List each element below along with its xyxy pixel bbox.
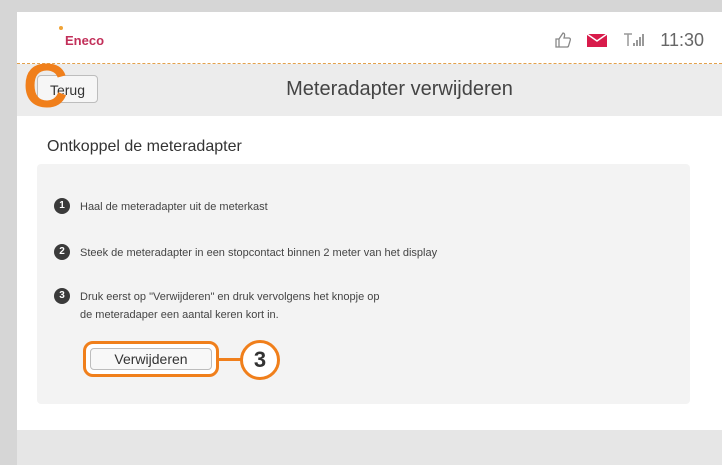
clock-time: 11:30: [660, 29, 704, 50]
remove-button-highlight: Verwijderen: [83, 341, 219, 377]
thumbs-up-icon: [554, 31, 572, 49]
step-text: Steek de meteradapter in een stopcontact…: [80, 247, 438, 259]
logo-dot-icon: [59, 26, 63, 30]
status-icons: 11:30: [554, 28, 704, 52]
app-frame: Eneco 11:30 Terug Meteradapter verwijder…: [17, 12, 722, 430]
bottom-band: [17, 430, 722, 465]
step-text: Druk eerst op "Verwijderen" en druk verv…: [80, 288, 379, 324]
signal-icon: [622, 32, 646, 48]
status-bar: Eneco 11:30: [17, 12, 722, 64]
step-text-line: Druk eerst op "Verwijderen" en druk verv…: [80, 291, 380, 303]
step-3: 3 Druk eerst op "Verwijderen" en druk ve…: [54, 288, 379, 324]
header-bar: Terug Meteradapter verwijderen: [17, 64, 722, 116]
step-1: 1 Haal de meteradapter uit de meterkast: [54, 198, 268, 216]
page-title: Meteradapter verwijderen: [286, 78, 513, 100]
step-text-line: de meteradaper een aantal keren kort in.: [80, 309, 279, 321]
brand-name: Eneco: [65, 33, 105, 48]
remove-button[interactable]: Verwijderen: [90, 348, 212, 370]
step-number: 2: [54, 244, 70, 260]
step-text: Haal de meteradapter uit de meterkast: [80, 201, 268, 213]
mail-icon[interactable]: [586, 32, 608, 48]
step-2: 2 Steek de meteradapter in een stopconta…: [54, 244, 437, 262]
callout-badge: 3: [240, 340, 280, 380]
instructions-card: 1 Haal de meteradapter uit de meterkast …: [37, 164, 690, 404]
brand-logo: Eneco: [59, 26, 105, 48]
step-number: 1: [54, 198, 70, 214]
step-number: 3: [54, 288, 70, 304]
annotation-marker-c: C: [23, 52, 68, 121]
section-title: Ontkoppel de meteradapter: [47, 138, 242, 155]
